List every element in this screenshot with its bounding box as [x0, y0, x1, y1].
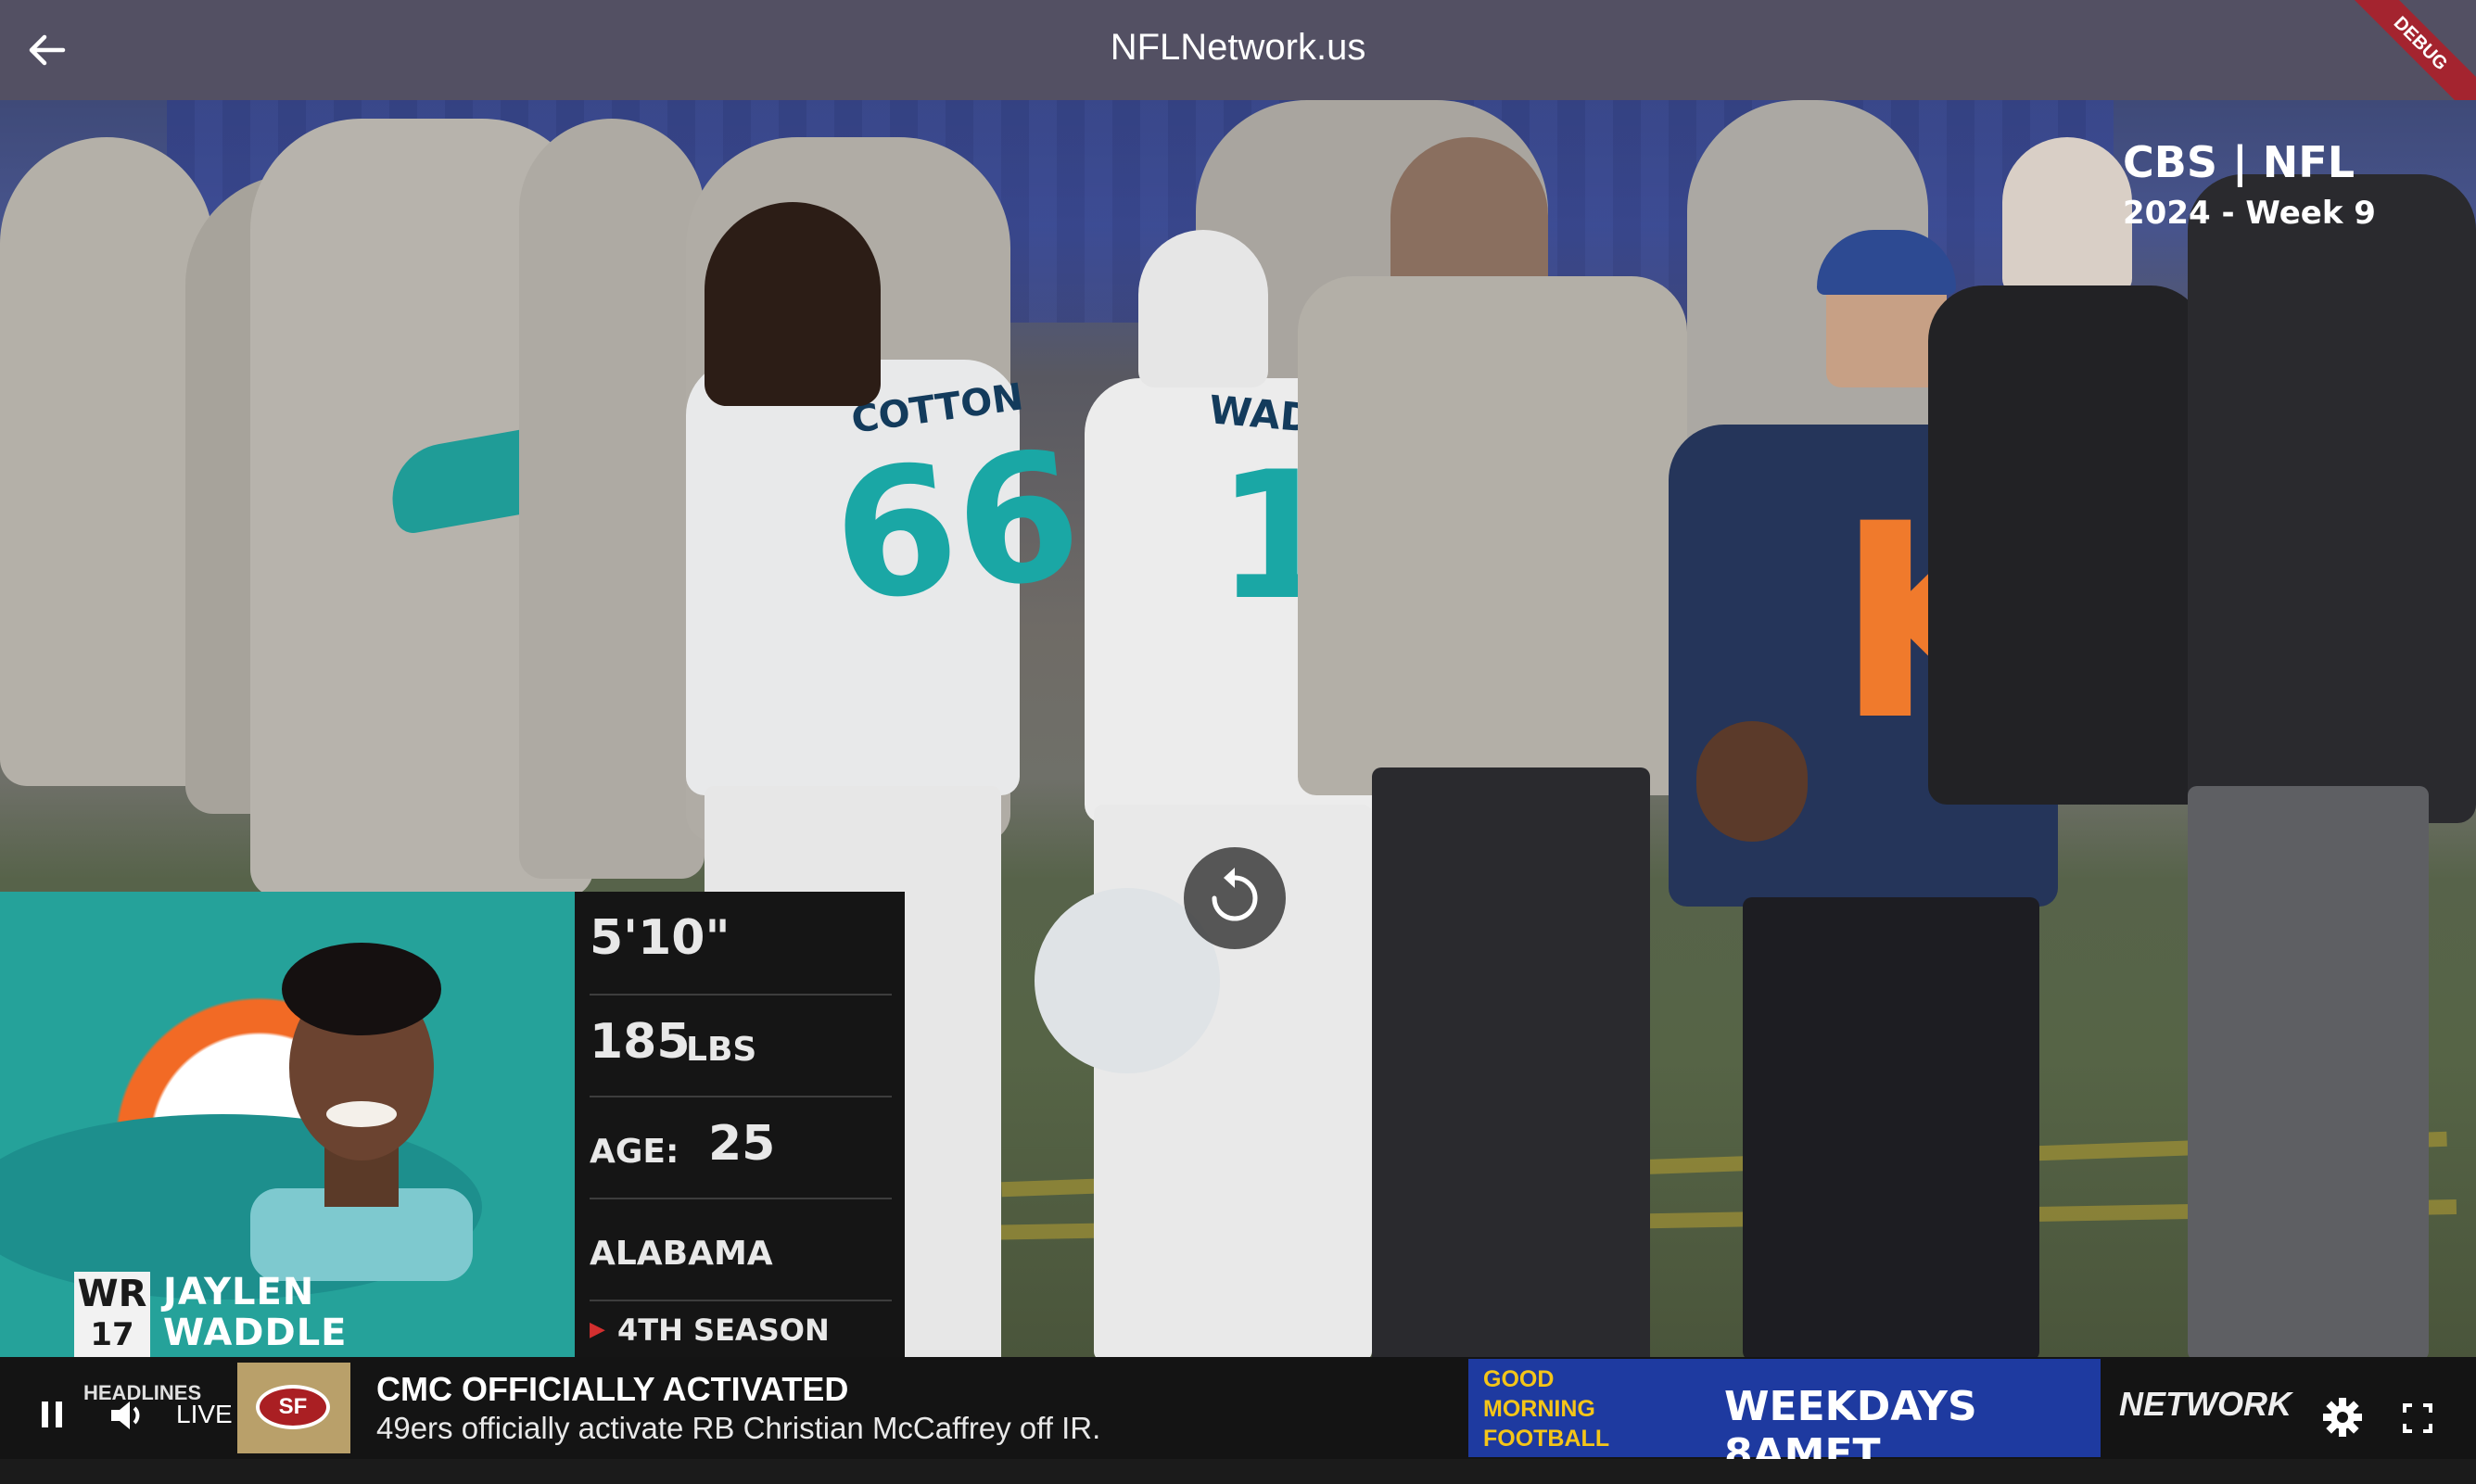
pause-button[interactable] — [33, 1396, 70, 1433]
promo-banner: GOOD MORNING FOOTBALL WEEKDAYS 8AMET — [1468, 1359, 2101, 1478]
app-bar: NFLNetwork.us DEBUG — [0, 0, 2476, 127]
stat-weight-unit: LBS — [686, 1031, 757, 1069]
team-logo-text: SF — [256, 1385, 330, 1429]
person-pants — [1743, 897, 2039, 1357]
player-number: 17 — [90, 1316, 134, 1353]
replay-icon — [1212, 868, 1258, 921]
stat-weight-value: 185 — [590, 1014, 691, 1070]
football — [1696, 721, 1808, 842]
player-info-graphic: WR 17 JAYLEN WADDLE 5'10" 185 LBS AGE: 2… — [0, 892, 905, 1357]
player-position-box: WR 17 — [74, 1272, 150, 1357]
stat-weight: 185 LBS — [590, 994, 892, 1097]
coach-shirt — [1298, 276, 1687, 795]
fullscreen-icon — [2403, 1403, 2432, 1433]
player-name: JAYLEN WADDLE — [163, 1272, 348, 1353]
nfl-network-logo: NETWORK — [2119, 1385, 2292, 1423]
player-head — [705, 202, 881, 406]
broadcast-logo: CBS | NFL 2024 - Week 9 — [2123, 137, 2376, 232]
promo-show-line3: FOOTBALL — [1483, 1426, 1610, 1452]
person-figure — [0, 137, 213, 786]
stat-season: ▶ 4TH SEASON — [590, 1300, 892, 1357]
live-label: LIVE — [176, 1400, 233, 1428]
team-panel: WR 17 JAYLEN WADDLE — [0, 892, 575, 1357]
stat-height-value: 5'10" — [590, 910, 730, 966]
page-title: NFLNetwork.us — [1110, 27, 1366, 68]
fullscreen-button[interactable] — [2399, 1400, 2436, 1437]
stat-season-value: 4TH SEASON — [617, 1313, 830, 1348]
person-jacket — [2188, 174, 2476, 823]
broadcast-week: 2024 - Week 9 — [2123, 195, 2376, 232]
person-pants — [2188, 786, 2429, 1357]
gear-icon — [2323, 1398, 2362, 1437]
team-logo-49ers: SF — [237, 1363, 350, 1453]
player-hood — [1138, 230, 1268, 387]
broadcast-network: CBS | NFL — [2123, 137, 2355, 187]
person-head — [2002, 137, 2132, 295]
news-ticker: HEADLINES LIVE SF CMC OFFICIALLY ACTIVAT… — [0, 1357, 2476, 1478]
volume-icon — [111, 1402, 140, 1429]
settings-button[interactable] — [2319, 1394, 2366, 1440]
stat-height: 5'10" — [590, 892, 892, 996]
coach-pants — [1372, 767, 1650, 1357]
player-position: WR — [77, 1273, 147, 1315]
stat-age: AGE: 25 — [590, 1096, 892, 1199]
player-last-name: WADDLE — [163, 1312, 348, 1354]
replay-button[interactable] — [1184, 847, 1286, 949]
player-namebar: WR 17 JAYLEN WADDLE — [74, 1272, 575, 1357]
stat-college: ALABAMA — [590, 1198, 892, 1301]
volume-button[interactable] — [106, 1394, 148, 1437]
jersey-number-66: 66 — [824, 412, 1090, 642]
pause-icon — [42, 1402, 62, 1427]
stat-age-label: AGE: — [590, 1133, 679, 1171]
player-stats-panel: 5'10" 185 LBS AGE: 25 ALABAMA ▶ 4TH SEAS… — [575, 892, 905, 1357]
stat-age-value: 25 — [708, 1116, 776, 1172]
person-jacket — [1928, 285, 2206, 805]
promo-show-line2: MORNING — [1483, 1396, 1595, 1422]
player-headshot — [250, 943, 473, 1281]
ticker-headline: CMC OFFICIALLY ACTIVATED — [376, 1370, 849, 1408]
player-first-name: JAYLEN — [163, 1271, 315, 1313]
bottom-strip — [0, 1459, 2476, 1484]
ticker-subline: 49ers officially activate RB Christian M… — [376, 1411, 1101, 1445]
stat-college-value: ALABAMA — [590, 1235, 773, 1273]
red-arrow-icon: ▶ — [590, 1318, 605, 1341]
person-figure — [519, 119, 705, 879]
promo-show-line1: GOOD — [1483, 1366, 1555, 1392]
promo-show-name: GOOD MORNING FOOTBALL — [1483, 1364, 1609, 1453]
